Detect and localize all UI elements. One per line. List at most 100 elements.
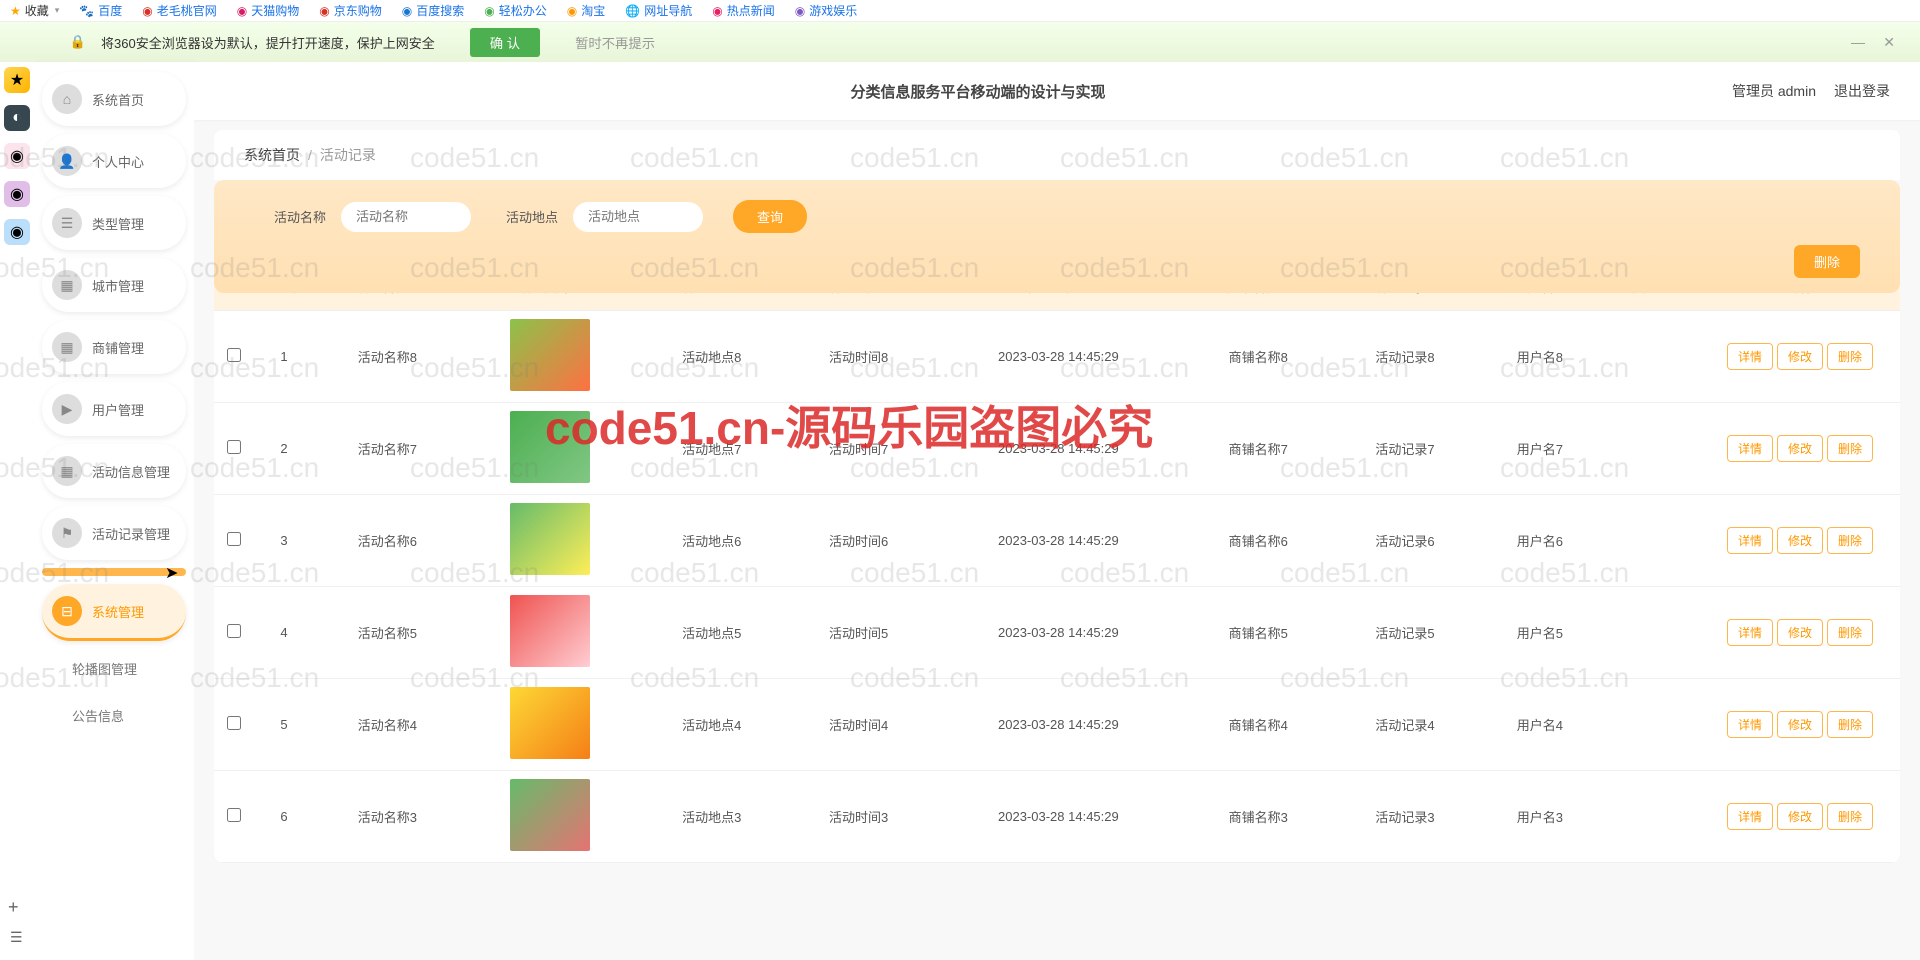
detail-button[interactable]: 详情 (1727, 435, 1773, 462)
bookmark-office[interactable]: ◉轻松办公 (484, 2, 547, 19)
row-checkbox[interactable] (227, 624, 241, 638)
chevron-down-icon: ▾ (55, 5, 60, 16)
sidebar-item-system[interactable]: ⊟ 系统管理 (42, 584, 186, 641)
cell-shop: 商铺名称5 (1185, 587, 1332, 679)
sidebar-item-label: 系统首页 (92, 90, 144, 109)
bookmark-label: 收藏 (25, 2, 49, 19)
bookmark-tmall[interactable]: ◉天猫购物 (237, 2, 300, 19)
row-checkbox[interactable] (227, 716, 241, 730)
sidebar-item-type[interactable]: ☰类型管理 (42, 196, 186, 250)
breadcrumb-home[interactable]: 系统首页 (244, 145, 300, 165)
edit-button[interactable]: 修改 (1777, 435, 1823, 462)
detail-button[interactable]: 详情 (1727, 619, 1773, 646)
site-icon: ◉ (319, 4, 329, 18)
row-checkbox[interactable] (227, 808, 241, 822)
content-area: 分类信息服务平台移动端的设计与实现 管理员 admin 退出登录 系统首页 / … (194, 62, 1920, 960)
sidebar-item-activity-record[interactable]: ⚑活动记录管理 (42, 506, 186, 560)
detail-button[interactable]: 详情 (1727, 711, 1773, 738)
row-checkbox[interactable] (227, 440, 241, 454)
sidebar-item-shop[interactable]: ▦商铺管理 (42, 320, 186, 374)
sidebar-item-home[interactable]: ⌂ 系统首页 (42, 72, 186, 126)
cell-reply (1601, 311, 1700, 403)
edit-button[interactable]: 修改 (1777, 803, 1823, 830)
dock-app-1[interactable]: ★ (4, 67, 30, 93)
cell-name: 活动名称6 (314, 495, 461, 587)
cell-time: 活动时间5 (785, 587, 932, 679)
breadcrumb-separator: / (308, 147, 312, 163)
query-button[interactable]: 查询 (733, 200, 807, 233)
sidebar-item-activity-info[interactable]: ▦活动信息管理 (42, 444, 186, 498)
sidebar-sub-notice[interactable]: 公告信息 (42, 696, 186, 735)
detail-button[interactable]: 详情 (1727, 343, 1773, 370)
cell-rec: 活动记录7 (1332, 403, 1479, 495)
dock-menu-icon[interactable]: ☰ (10, 929, 23, 946)
bookmark-news[interactable]: ◉热点新闻 (712, 2, 775, 19)
bookmark-laomaotao[interactable]: ◉老毛桃官网 (142, 2, 217, 19)
activity-image[interactable] (510, 779, 590, 851)
sidebar-item-user[interactable]: ▶用户管理 (42, 382, 186, 436)
row-checkbox[interactable] (227, 348, 241, 362)
sidebar-item-city[interactable]: ▦城市管理 (42, 258, 186, 312)
cell-loc: 活动地点8 (638, 311, 785, 403)
edit-button[interactable]: 修改 (1777, 527, 1823, 554)
delete-row-button[interactable]: 删除 (1827, 527, 1873, 554)
bookmark-label: 京东购物 (334, 2, 382, 19)
detail-button[interactable]: 详情 (1727, 527, 1773, 554)
dock-app-5[interactable]: ◉ (4, 219, 30, 245)
dock-app-4[interactable]: ◉ (4, 181, 30, 207)
star-icon: ★ (10, 4, 21, 18)
cell-loc: 活动地点4 (638, 679, 785, 771)
bookmark-taobao[interactable]: ◉淘宝 (567, 2, 606, 19)
home-icon: ⌂ (52, 84, 82, 114)
cell-name: 活动名称8 (314, 311, 461, 403)
bookmark-label: 游戏娱乐 (809, 2, 857, 19)
sidebar-sub-carousel[interactable]: 轮播图管理 (42, 649, 186, 688)
bookmark-jd[interactable]: ◉ 京东购物 (319, 2, 382, 19)
cell-reply (1601, 587, 1700, 679)
delete-row-button[interactable]: 删除 (1827, 803, 1873, 830)
cell-image (461, 587, 639, 679)
edit-button[interactable]: 修改 (1777, 343, 1823, 370)
sidebar-item-label: 系统管理 (92, 602, 144, 621)
confirm-button[interactable]: 确 认 (470, 28, 540, 57)
delete-row-button[interactable]: 删除 (1827, 343, 1873, 370)
detail-button[interactable]: 详情 (1727, 803, 1773, 830)
dock-app-2[interactable]: ◐ (4, 105, 30, 131)
bookmark-games[interactable]: ◉游戏娱乐 (795, 2, 858, 19)
edit-button[interactable]: 修改 (1777, 619, 1823, 646)
delete-row-button[interactable]: 删除 (1827, 619, 1873, 646)
dock-add-icon[interactable]: + (8, 897, 19, 918)
activity-image[interactable] (510, 595, 590, 667)
activity-image[interactable] (510, 319, 590, 391)
activity-image[interactable] (510, 687, 590, 759)
data-table: 索引 活动名称⇅ 活动图片⇅ 活动地点⇅ 活动时间⇅ 参与时间⇅ 商铺名称⇅ 活… (214, 263, 1900, 863)
bookmark-baidu[interactable]: 🐾百度 (79, 2, 122, 19)
minimize-icon[interactable]: — (1851, 34, 1865, 50)
cell-user: 用户名3 (1478, 771, 1601, 863)
activity-image[interactable] (510, 411, 590, 483)
cell-join: 2023-03-28 14:45:29 (932, 403, 1185, 495)
sidebar-item-profile[interactable]: 👤个人中心 (42, 134, 186, 188)
delete-row-button[interactable]: 删除 (1827, 435, 1873, 462)
bookmark-favorites[interactable]: ★ 收藏 ▾ (10, 2, 59, 19)
table-row: 2活动名称7活动地点7活动时间72023-03-28 14:45:29商铺名称7… (214, 403, 1900, 495)
dock-app-3[interactable]: ◉ (4, 143, 30, 169)
activity-image[interactable] (510, 503, 590, 575)
cell-actions: 详情修改删除 (1700, 495, 1900, 587)
cell-reply (1601, 403, 1700, 495)
close-icon[interactable]: ✕ (1883, 34, 1895, 51)
dismiss-button[interactable]: 暂时不再提示 (575, 33, 655, 52)
row-checkbox[interactable] (227, 532, 241, 546)
filter-name-input[interactable] (341, 202, 471, 232)
bookmark-nav[interactable]: 🌐网址导航 (625, 2, 692, 19)
delete-button[interactable]: 删除 (1794, 245, 1860, 278)
delete-row-button[interactable]: 删除 (1827, 711, 1873, 738)
edit-button[interactable]: 修改 (1777, 711, 1823, 738)
filter-loc-input[interactable] (573, 202, 703, 232)
cell-shop: 商铺名称4 (1185, 679, 1332, 771)
user-icon: 👤 (52, 146, 82, 176)
cell-loc: 活动地点3 (638, 771, 785, 863)
logout-link[interactable]: 退出登录 (1834, 81, 1890, 101)
gear-icon: ⊟ (52, 596, 82, 626)
bookmark-baidusearch[interactable]: ◉百度搜索 (402, 2, 465, 19)
